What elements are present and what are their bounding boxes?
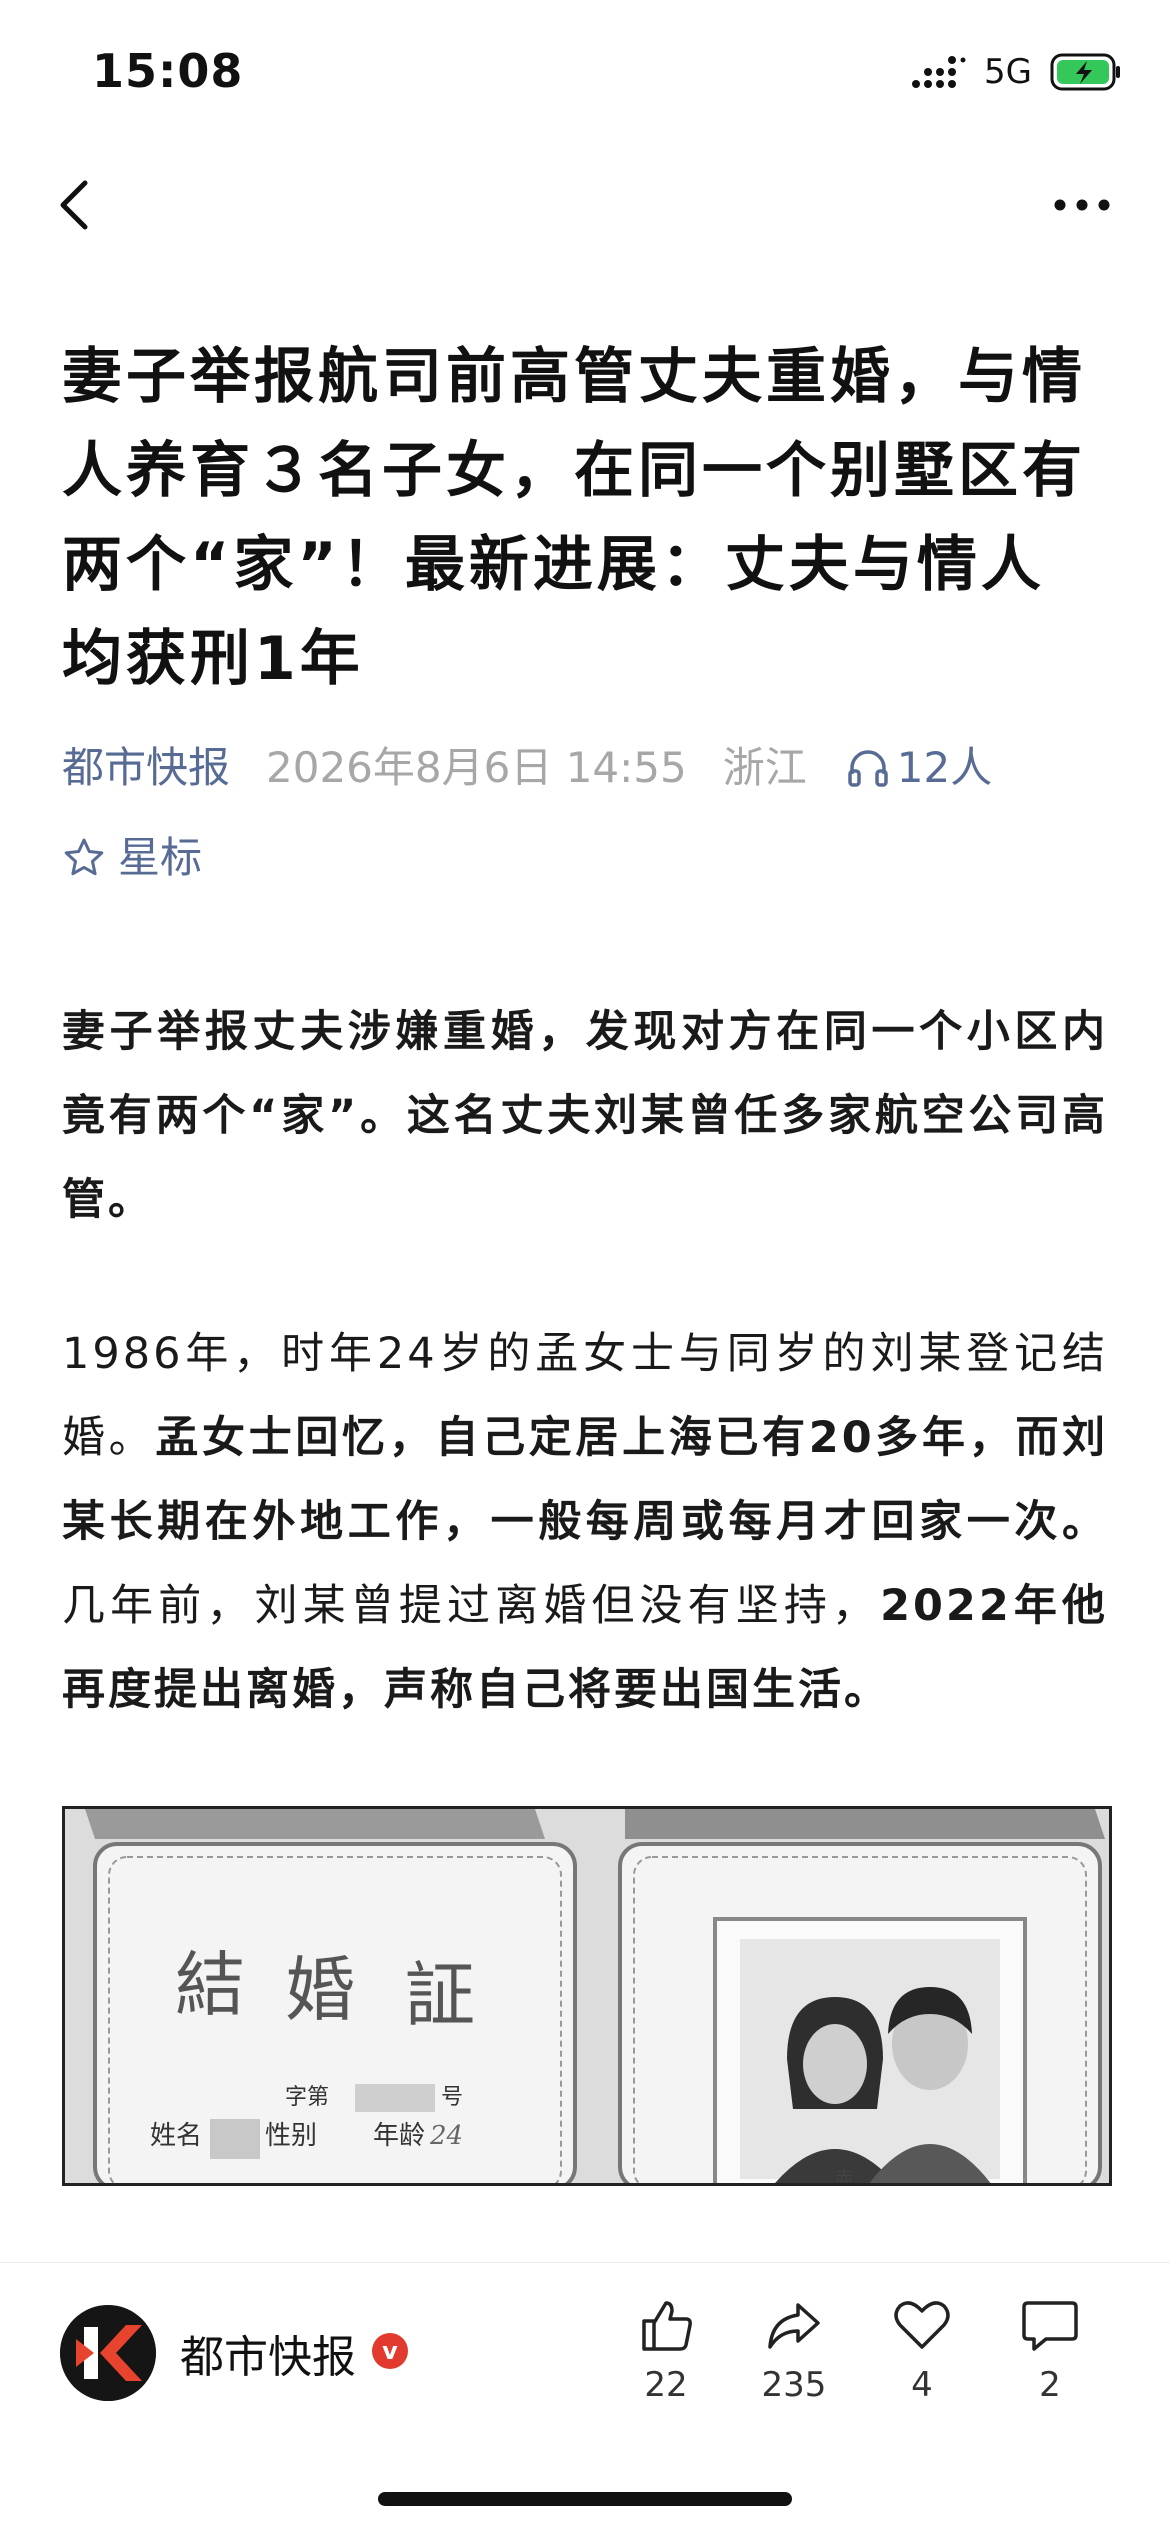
share-count: 235 [761, 2365, 827, 2405]
verified-badge: v [372, 2333, 408, 2369]
source-link[interactable]: 都市快报 [62, 736, 230, 800]
star-label: 星标 [118, 833, 203, 882]
listener-count: 12人 [896, 743, 993, 792]
cert-title-char-3: 証 [405, 1954, 475, 2036]
cert-age-value: 24 [429, 2121, 463, 2151]
account-name[interactable]: 都市快报 [180, 2321, 356, 2385]
listen-button[interactable]: 12人 [847, 736, 992, 800]
cert-title-char-1: 結 [175, 1944, 245, 2026]
comment-bubble-icon [1022, 2301, 1078, 2351]
body-text-bold-1: 孟女士回忆，自己定居上海已有20多年，而刘某长期在外地工作，一般每周或每月才回家… [62, 1413, 1109, 1547]
thumbs-up-icon [642, 2301, 692, 2351]
share-button[interactable]: 235 [744, 2295, 844, 2405]
status-indicators: 5G [910, 52, 1122, 92]
favorite-button[interactable]: 4 [872, 2295, 972, 2405]
like-count: 22 [644, 2365, 688, 2405]
more-options-button[interactable] [1042, 170, 1122, 240]
share-arrow-icon [768, 2303, 820, 2349]
comment-count: 2 [1039, 2365, 1061, 2405]
heart-icon [894, 2301, 950, 2349]
body-text-plain-2: 几年前，刘某曾提过离婚但没有坚持， [62, 1581, 881, 1631]
status-time: 15:08 [92, 44, 244, 98]
back-button[interactable] [40, 170, 110, 240]
status-bar: 15:08 5G [0, 0, 1170, 150]
article: 妻子举报航司前高管丈夫重婚，与情人养育３名子女，在同一个别墅区有两个“家”！最新… [62, 330, 1112, 2186]
publish-date: 2026年8月6日 14:55 [266, 743, 687, 792]
favorite-count: 4 [911, 2365, 933, 2405]
article-photo[interactable]: 結 婚 証 字第 号 姓名 性别 年龄 24 赤 [62, 1806, 1112, 2186]
marriage-certificate-image: 結 婚 証 字第 号 姓名 性别 年龄 24 赤 [65, 1809, 1109, 2186]
more-dots-icon [1054, 199, 1110, 211]
home-indicator[interactable] [378, 2492, 792, 2506]
cert-title-char-2: 婚 [285, 1949, 355, 2031]
bottom-bar: 都市快报 v 22 235 4 2 [0, 2262, 1170, 2532]
chevron-left-icon [60, 180, 88, 230]
cert-number-label: 字第 [285, 2085, 329, 2110]
star-button[interactable]: 星标 [62, 826, 1108, 890]
cert-name-label: 姓名 [150, 2121, 202, 2151]
body-paragraph: 1986年，时年24岁的孟女士与同岁的刘某登记结婚。孟女士回忆，自己定居上海已有… [62, 1312, 1108, 1732]
cert-number-suffix: 号 [441, 2085, 463, 2110]
star-icon [64, 838, 104, 876]
battery-charging-icon [1050, 53, 1120, 91]
account-avatar[interactable] [60, 2305, 156, 2401]
nav-bar [0, 160, 1170, 250]
network-type: 5G [984, 52, 1032, 92]
publish-region: 浙江 [722, 743, 807, 792]
dushi-kuaibao-logo [60, 2305, 156, 2401]
article-meta: 都市快报 2026年8月6日 14:55 浙江 12人 [62, 736, 1108, 800]
article-title: 妻子举报航司前高管丈夫重婚，与情人养育３名子女，在同一个别墅区有两个“家”！最新… [62, 342, 1086, 694]
svg-text:赤: 赤 [835, 2168, 853, 2186]
lead-paragraph: 妻子举报丈夫涉嫌重婚，发现对方在同一个小区内竟有两个“家”。这名丈夫刘某曾任多家… [62, 1007, 1108, 1225]
like-button[interactable]: 22 [616, 2295, 716, 2405]
comment-button[interactable]: 2 [1000, 2295, 1100, 2405]
cert-age-label: 年龄 [373, 2121, 425, 2151]
cellular-signal-icon [912, 56, 966, 88]
headphones-icon [848, 750, 888, 787]
cert-gender-label: 性别 [265, 2121, 317, 2151]
